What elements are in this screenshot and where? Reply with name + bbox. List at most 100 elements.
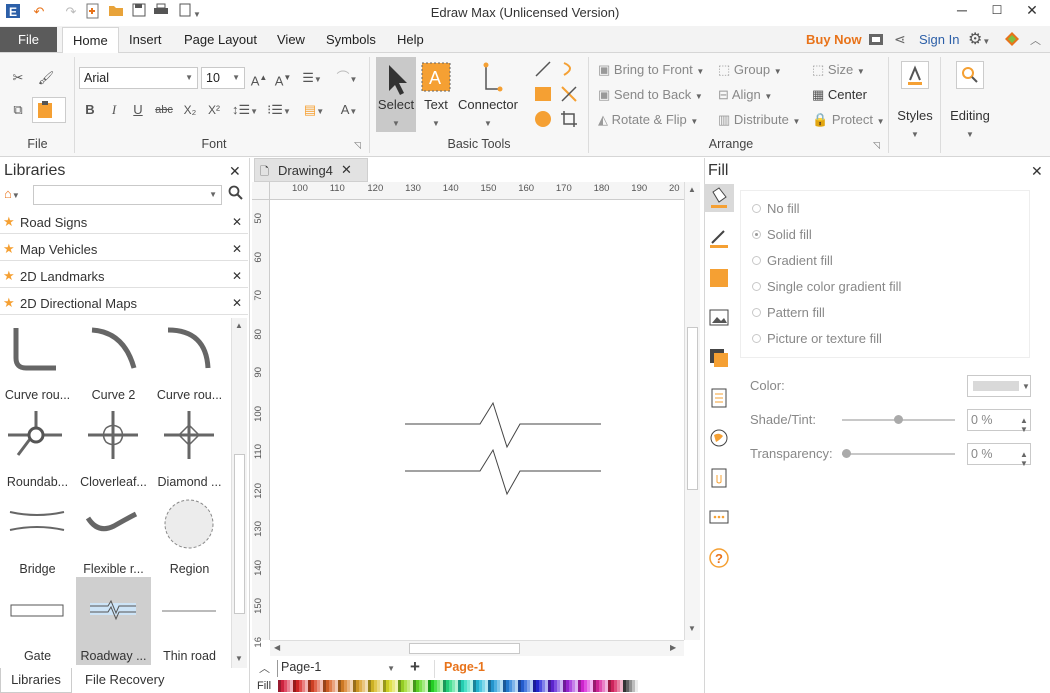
page-select[interactable]: Page-1 ▼ (277, 660, 399, 677)
tab-view[interactable]: View (269, 27, 313, 53)
close-category-icon[interactable]: ✕ (232, 242, 242, 256)
settings-gear-icon[interactable]: ⚙▼ (968, 29, 990, 49)
shade-slider-thumb[interactable] (894, 415, 903, 424)
shape-cloverleaf[interactable]: Cloverleaf... (76, 405, 151, 491)
scrollbar-thumb[interactable] (687, 327, 698, 490)
protect-button[interactable]: 🔒 Protect ▼ (812, 112, 885, 128)
scroll-up-icon[interactable]: ▲ (688, 185, 696, 194)
superscript-icon[interactable]: X² (204, 100, 224, 120)
shrink-font-icon[interactable]: A▼ (273, 68, 293, 88)
paste-button[interactable] (32, 97, 66, 123)
transparency-slider[interactable] (842, 453, 955, 455)
bold-icon[interactable]: B (80, 100, 100, 120)
font-size-select[interactable]: 10 ▼ (201, 67, 245, 89)
shape-curve-round-1[interactable]: Curve rou... (0, 318, 75, 404)
shape-bridge[interactable]: Bridge (0, 492, 75, 578)
scroll-down-icon[interactable]: ▼ (235, 654, 243, 663)
ellipse-tool-icon[interactable] (534, 110, 552, 131)
shape-roadway-selected[interactable]: Roadway ... (76, 577, 151, 665)
close-document-icon[interactable]: ✕ (341, 162, 352, 178)
layer-icon[interactable] (708, 347, 730, 369)
scrollbar-thumb[interactable] (234, 454, 245, 614)
tab-libraries[interactable]: Libraries (0, 668, 72, 693)
rotate-flip-button[interactable]: ◭ Rotate & Flip ▼ (598, 112, 698, 128)
minimize-button[interactable]: ─ (945, 0, 979, 22)
text-align-icon[interactable]: ☰▼ (298, 68, 326, 88)
library-category[interactable]: ★ Map Vehicles ✕ (0, 237, 248, 261)
shape-diamond[interactable]: Diamond ... (152, 405, 227, 491)
library-home-icon[interactable]: ⌂▼ (4, 186, 30, 201)
sign-in-link[interactable]: Sign In (919, 32, 959, 47)
rectangle-tool-icon[interactable] (534, 85, 552, 106)
tab-help[interactable]: Help (389, 27, 432, 53)
library-search-input[interactable]: ▼ (33, 185, 222, 205)
center-button[interactable]: ▦ Center (812, 87, 867, 103)
library-category[interactable]: ★ 2D Landmarks ✕ (0, 264, 248, 288)
close-fill-pane-icon[interactable]: ✕ (1031, 163, 1043, 180)
scroll-up-icon[interactable]: ▲ (235, 321, 243, 330)
highlight-icon[interactable]: ▤▼ (300, 100, 328, 120)
subscript-icon[interactable]: X₂ (180, 100, 200, 120)
share-icon[interactable]: ⋖ (894, 31, 906, 48)
scroll-right-icon[interactable]: ▶ (670, 643, 676, 652)
attachment-icon[interactable] (708, 467, 730, 489)
apps-icon[interactable] (1004, 31, 1020, 50)
page-tab[interactable]: Page-1 (434, 660, 494, 678)
tab-insert[interactable]: Insert (121, 27, 170, 53)
redo-icon[interactable]: ↷ (62, 3, 80, 21)
strikethrough-icon[interactable]: abc (154, 100, 174, 120)
shade-value-input[interactable]: 0 % ▲ ▼ (967, 409, 1031, 434)
file-menu[interactable]: File (0, 27, 57, 52)
roadway-shape-drawing[interactable] (400, 395, 610, 500)
close-category-icon[interactable]: ✕ (232, 215, 242, 229)
arrange-dialog-launcher-icon[interactable]: ◹ (873, 140, 880, 151)
underline-icon[interactable]: U (128, 100, 148, 120)
library-category[interactable]: ★ Road Signs ✕ (0, 210, 248, 234)
shape-flexible-road[interactable]: Flexible r... (76, 492, 151, 578)
undo-icon[interactable]: ↶ (30, 3, 48, 21)
line-style-icon[interactable] (708, 227, 730, 249)
print-icon[interactable] (152, 3, 170, 21)
distribute-button[interactable]: ▥ Distribute ▼ (718, 112, 800, 128)
shape-curve-round-2[interactable]: Curve rou... (152, 318, 227, 404)
shape-gate[interactable]: Gate (0, 579, 75, 665)
line-tool-icon[interactable] (534, 60, 552, 81)
cut-icon[interactable]: ✂ (8, 68, 28, 88)
transparency-value-input[interactable]: 0 % ▲ ▼ (967, 443, 1031, 468)
canvas-vertical-scrollbar[interactable]: ▲ ▼ (684, 182, 700, 640)
color-palette[interactable] (278, 680, 638, 692)
shape-roundabout[interactable]: Roundab... (0, 405, 75, 491)
crop-tool-icon[interactable] (560, 110, 578, 131)
library-search-icon[interactable] (228, 185, 244, 204)
close-category-icon[interactable]: ✕ (232, 269, 242, 283)
open-icon[interactable] (107, 3, 125, 21)
bullets-icon[interactable]: ⁝☰▼ (264, 100, 294, 120)
page-properties-icon[interactable] (708, 387, 730, 409)
styles-button[interactable]: Styles ▼ (892, 57, 938, 147)
shadow-color-icon[interactable] (708, 267, 730, 289)
italic-icon[interactable]: I (104, 100, 124, 120)
copy-icon[interactable]: ⧉ (8, 100, 28, 120)
select-tool-button[interactable]: Select ▼ (376, 57, 416, 132)
tab-symbols[interactable]: Symbols (318, 27, 384, 53)
text-direction-icon[interactable]: ⌒▼ (332, 68, 362, 88)
connector-tool-button[interactable]: Connector ▼ (456, 57, 520, 132)
font-dialog-launcher-icon[interactable]: ◹ (354, 140, 361, 151)
export-icon[interactable]: ▼ (176, 3, 204, 21)
document-tab[interactable]: 🗋 Drawing4 ✕ (254, 158, 368, 182)
cross-tool-icon[interactable] (560, 85, 578, 106)
shape-curve-2[interactable]: Curve 2 (76, 318, 151, 404)
add-page-icon[interactable]: + (410, 657, 420, 677)
line-spacing-icon[interactable]: ↕☰▼ (230, 100, 260, 120)
help-icon[interactable]: ? (708, 547, 730, 569)
group-button[interactable]: ⬚ Group ▼ (718, 62, 782, 78)
font-color-icon[interactable]: A▼ (336, 100, 362, 120)
scroll-left-icon[interactable]: ◀ (274, 643, 280, 652)
save-icon[interactable] (130, 3, 148, 21)
close-libraries-icon[interactable]: ✕ (229, 163, 241, 180)
tab-page-layout[interactable]: Page Layout (176, 27, 265, 53)
close-category-icon[interactable]: ✕ (232, 296, 242, 310)
close-window-button[interactable]: ✕ (1015, 0, 1049, 22)
grow-font-icon[interactable]: A▲ (249, 68, 269, 88)
shape-thin-road[interactable]: Thin road (152, 579, 227, 665)
